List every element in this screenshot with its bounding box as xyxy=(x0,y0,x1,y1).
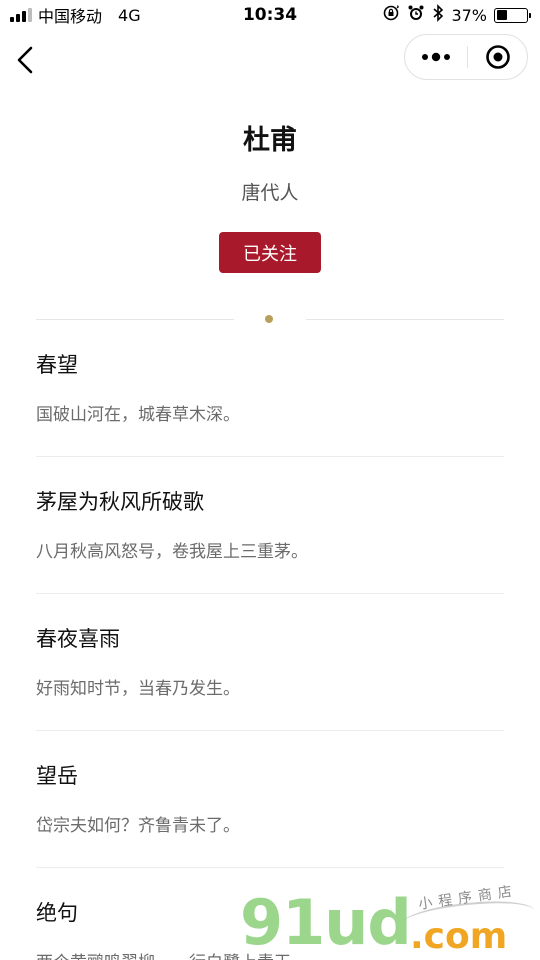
status-bar: 中国移动 4G 10:34 37% xyxy=(0,0,540,30)
poem-title: 望岳 xyxy=(36,764,78,788)
battery-percent: 37% xyxy=(451,5,487,25)
bluetooth-icon xyxy=(432,4,444,26)
poem-title: 春夜喜雨 xyxy=(36,627,120,651)
more-button[interactable] xyxy=(405,35,467,79)
target-close-icon xyxy=(486,45,510,69)
poem-title: 春望 xyxy=(36,353,78,377)
more-dots-icon xyxy=(422,52,450,62)
close-button[interactable] xyxy=(468,35,528,79)
poem-item[interactable]: 望岳 岱宗夫如何？齐鲁青未了。 xyxy=(36,731,504,868)
poet-name: 杜甫 xyxy=(243,125,297,156)
status-right: 37% xyxy=(382,4,531,26)
back-button[interactable] xyxy=(10,40,40,80)
alarm-icon xyxy=(407,4,425,26)
poem-title: 茅屋为秋风所破歌 xyxy=(36,490,204,514)
poem-first-line: 两个黄鹂鸣翠柳，一行白鹭上青天。 xyxy=(36,948,308,960)
poem-item[interactable]: 春夜喜雨 好雨知时节，当春乃发生。 xyxy=(36,594,504,731)
poem-first-line: 岱宗夫如何？齐鲁青未了。 xyxy=(36,816,240,836)
poem-item[interactable]: 茅屋为秋风所破歌 八月秋高风怒号，卷我屋上三重茅。 xyxy=(36,457,504,594)
battery-level xyxy=(496,10,508,20)
poet-era: 唐代人 xyxy=(241,182,299,204)
poem-item[interactable]: 春望 国破山河在，城春草木深。 xyxy=(36,320,504,457)
poem-title: 绝句 xyxy=(36,901,78,925)
chevron-left-icon xyxy=(17,46,33,74)
mini-program-capsule xyxy=(404,34,528,80)
rotation-lock-icon xyxy=(382,4,400,26)
poem-first-line: 国破山河在，城春草木深。 xyxy=(36,405,240,425)
poem-item[interactable]: 绝句 两个黄鹂鸣翠柳，一行白鹭上青天。 xyxy=(36,868,504,960)
poem-first-line: 八月秋高风怒号，卷我屋上三重茅。 xyxy=(36,542,308,562)
follow-button[interactable]: 已关注 xyxy=(219,232,321,273)
poem-first-line: 好雨知时节，当春乃发生。 xyxy=(36,679,240,699)
battery-icon xyxy=(494,7,531,23)
